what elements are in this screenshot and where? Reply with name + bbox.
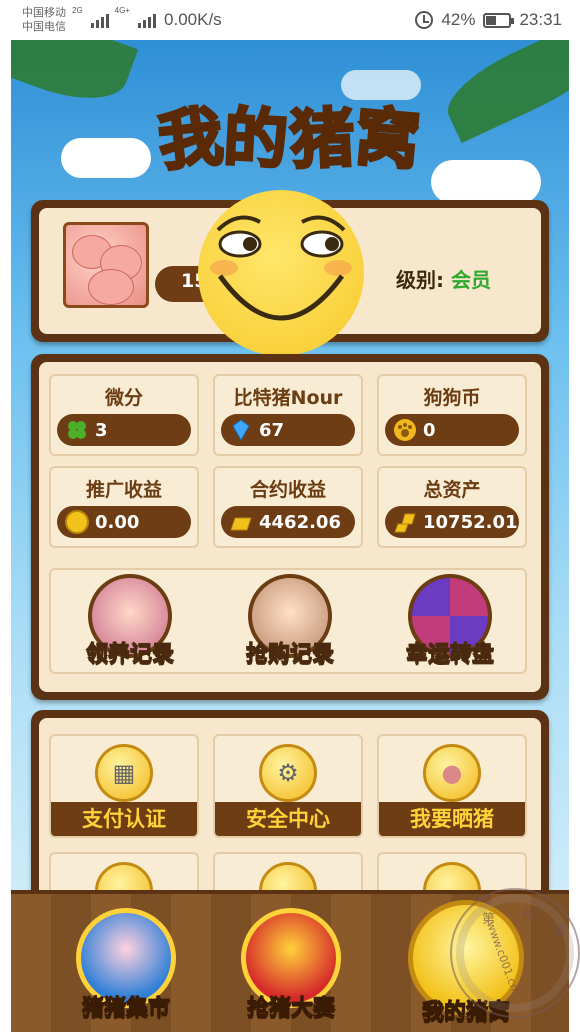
stat-value: 4462.06 [259,511,341,533]
signal-icon-2 [138,12,157,28]
cash-register-icon: ▦ [95,744,153,802]
coin-icon [259,862,317,890]
tile-label: 我要晒猪 [379,802,525,836]
stat-value: 67 [259,419,285,441]
watermark-text: 聚 [552,924,566,939]
app-logo: 我的猪窝 [11,88,569,181]
service-tile[interactable] [49,852,199,890]
battery-icon [483,12,515,28]
services-panel: ▦ 支付认证 ⚙ 安全中心 ● 我要晒猪 [31,710,549,890]
network-speed: 0.00K/s [164,10,222,29]
tile-label: 支付认证 [51,802,197,836]
status-bar: 中国移动 中国电信 2G 4G+ 0.00K/s 42% 23:31 [0,0,580,40]
coin-icon [65,510,89,534]
coin-icon [423,862,481,890]
network-type-1: 2G [72,6,83,15]
show-pig-button[interactable]: ● 我要晒猪 [377,734,527,838]
stat-title: 合约收益 [249,479,326,501]
clock: 23:31 [519,10,562,29]
stat-card[interactable]: 狗狗币 0 [377,374,527,456]
diamond-icon [229,418,253,442]
purchase-record-button[interactable]: 抢购记录 [215,572,365,672]
stat-value: 3 [95,419,108,441]
service-tile[interactable] [377,852,527,890]
logo-char: 的 [220,100,293,180]
adoption-record-button[interactable]: 领养记录 [55,572,205,672]
avatar[interactable] [63,222,149,308]
carrier-2: 中国电信 [22,21,66,33]
nav-label: 猪猪集市 [81,996,170,1022]
pig-face-icon: ● [423,744,481,802]
action-label: 抢购记录 [245,642,334,668]
stat-title: 总资产 [423,479,481,501]
network-type-2: 4G+ [114,6,131,15]
stat-title: 推广收益 [85,479,162,501]
clover-icon [65,418,89,442]
stat-title: 比特猪Nour [233,387,343,409]
gear-icon: ⚙ [259,744,317,802]
stat-card[interactable]: 总资产 10752.01 [377,466,527,548]
emoji-sticker [198,190,364,356]
stat-card[interactable]: 微分 3 [49,374,199,456]
signal-icon [90,12,109,28]
stat-title: 微分 [104,387,143,409]
action-label: 领养记录 [85,642,174,668]
alarm-icon [415,11,434,29]
tile-label: 安全中心 [215,802,361,836]
action-label: 幸运转盘 [405,642,494,668]
app-screen: 我的猪窝 15 级别: 会员 微分 3 比特猪Nour 67 狗狗币 0 推广收… [11,40,569,890]
member-level: 级别: 会员 [396,264,491,293]
logo-char: 窝 [351,99,426,181]
lucky-wheel-button[interactable]: 幸运转盘 [375,572,525,672]
watermark-seal: 第 私 聚 www.c001.cn [450,888,580,1018]
service-tile[interactable] [213,852,363,890]
logo-char: 猪 [287,100,360,180]
stat-value: 10752.01 [423,511,518,533]
record-actions: 领养记录 抢购记录 幸运转盘 [49,568,527,674]
coin-icon [95,862,153,890]
nav-pig-market[interactable]: 猪猪集市 [51,908,201,1022]
stat-value: 0.00 [95,511,140,533]
stat-title: 狗狗币 [423,387,481,409]
stat-value: 0 [423,419,436,441]
level-label: 级别: [396,268,445,292]
level-value: 会员 [451,268,491,292]
stat-card[interactable]: 合约收益 4462.06 [213,466,363,548]
nav-label: 抢猪大赛 [246,996,335,1022]
battery-percent: 42% [441,10,476,29]
logo-char: 我 [153,98,229,181]
gold-bars-icon [393,510,417,534]
stat-card[interactable]: 比特猪Nour 67 [213,374,363,456]
nav-pig-contest[interactable]: 抢猪大赛 [216,908,366,1022]
security-center-button[interactable]: ⚙ 安全中心 [213,734,363,838]
carrier-1: 中国移动 [22,7,66,19]
paw-icon [393,418,417,442]
watermark-text: 私 [522,908,536,923]
gold-bar-icon [229,510,253,534]
stat-card[interactable]: 推广收益 0.00 [49,466,199,548]
carrier-names: 中国移动 中国电信 [22,6,66,34]
assets-panel: 微分 3 比特猪Nour 67 狗狗币 0 推广收益 0.00 合约收益 446… [31,354,549,700]
payment-verify-button[interactable]: ▦ 支付认证 [49,734,199,838]
